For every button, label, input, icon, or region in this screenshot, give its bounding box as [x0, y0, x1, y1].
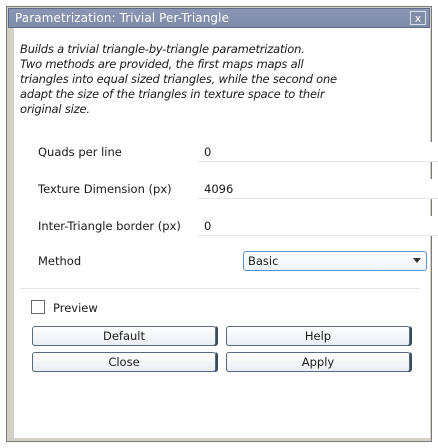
- param-row-texture-dimension: Texture Dimension (px) 4096: [38, 179, 438, 201]
- default-button[interactable]: Default: [32, 326, 216, 346]
- close-icon: x: [414, 11, 422, 25]
- texture-dimension-value: 4096: [204, 182, 234, 196]
- close-window-button[interactable]: x: [410, 11, 426, 25]
- close-button[interactable]: Close: [32, 352, 216, 372]
- quads-per-line-input[interactable]: 0: [198, 142, 438, 162]
- description-line: triangles into equal sized triangles, wh…: [20, 72, 337, 86]
- filter-description: Builds a trivial triangle-by-triangle pa…: [20, 42, 400, 117]
- window-title: Parametrization: Trivial Per-Triangle: [15, 11, 230, 25]
- left-border: [7, 7, 13, 438]
- description-line: Two methods are provided, the first maps…: [20, 57, 304, 71]
- inter-triangle-border-value: 0: [204, 219, 212, 233]
- description-line: Builds a trivial triangle-by-triangle pa…: [20, 42, 305, 56]
- help-button[interactable]: Help: [226, 326, 410, 346]
- method-label: Method: [38, 254, 82, 268]
- inter-triangle-border-input[interactable]: 0: [198, 216, 438, 236]
- chevron-down-icon: [413, 258, 421, 263]
- param-row-quads-per-line: Quads per line 0: [38, 142, 438, 164]
- param-row-inter-triangle-border: Inter-Triangle border (px) 0: [38, 216, 438, 238]
- title-bar[interactable]: Parametrization: Trivial Per-Triangle x: [8, 8, 430, 28]
- inter-triangle-border-label: Inter-Triangle border (px): [38, 219, 181, 233]
- divider: [20, 288, 420, 289]
- apply-button[interactable]: Apply: [226, 352, 410, 372]
- method-select[interactable]: Basic: [243, 251, 427, 271]
- preview-label[interactable]: Preview: [53, 301, 98, 315]
- description-line: adapt the size of the triangles in textu…: [20, 87, 325, 101]
- texture-dimension-label: Texture Dimension (px): [38, 182, 172, 196]
- quads-per-line-label: Quads per line: [38, 145, 122, 159]
- method-selected-value: Basic: [248, 254, 279, 268]
- preview-checkbox[interactable]: [31, 300, 45, 314]
- quads-per-line-value: 0: [204, 145, 212, 159]
- texture-dimension-input[interactable]: 4096: [198, 179, 438, 199]
- description-line: original size.: [20, 102, 90, 116]
- param-row-method: Method Basic: [38, 251, 427, 273]
